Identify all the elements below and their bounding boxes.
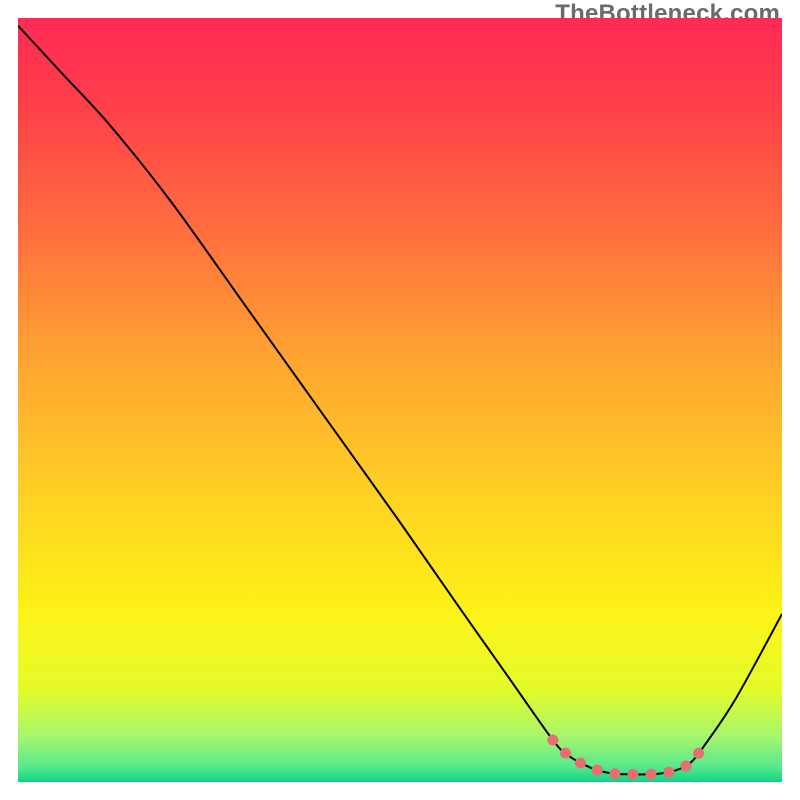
chart-container: TheBottleneck.com [0,0,800,800]
gradient-background [18,18,782,782]
chart-svg [18,18,782,782]
plot-area [18,18,782,782]
